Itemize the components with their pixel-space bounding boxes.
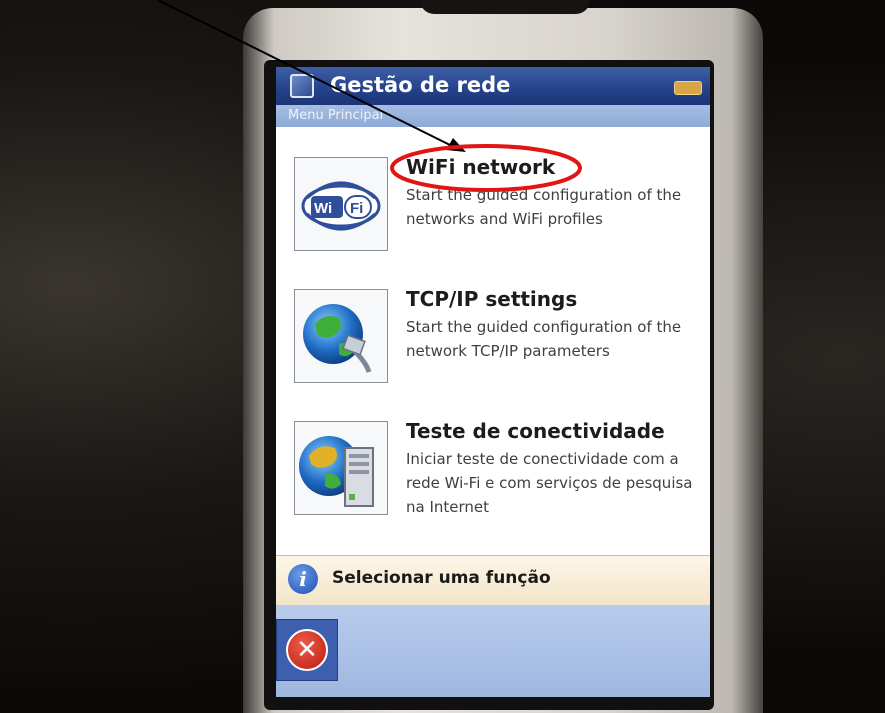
menu-item-title: Teste de conectividade [406,419,665,443]
close-icon: ✕ [286,629,328,671]
menu-item-title: WiFi network [406,155,556,179]
menu-item-tcpip-settings[interactable]: TCP/IP settings Start the guided configu… [276,279,710,409]
svg-text:Wi: Wi [314,200,332,217]
breadcrumb-bar: Menu Principal [276,105,710,127]
status-bar: i Selecionar uma função [276,555,710,606]
start-menu-icon[interactable] [290,74,314,98]
title-bar: Gestão de rede [276,67,710,105]
menu-item-wifi-network[interactable]: Wi Fi WiFi network Start the guided conf… [276,127,710,257]
svg-text:Fi: Fi [350,200,363,217]
globe-network-cable-icon[interactable] [294,289,388,383]
breadcrumb: Menu Principal [288,108,384,123]
close-button[interactable]: ✕ [276,619,338,681]
info-icon: i [288,564,318,594]
battery-icon [674,81,702,95]
menu-item-description: Iniciar teste de conectividade com a red… [406,450,693,516]
menu-item-connectivity-test[interactable]: Teste de conectividade Iniciar teste de … [276,417,710,547]
device-screen: Gestão de rede Menu Principal Wi Fi WiFi… [276,67,710,697]
device-top-notch [420,0,590,14]
window-title: Gestão de rede [330,73,511,97]
bottom-bar: ✕ [276,605,710,697]
globe-computer-tower-icon[interactable] [294,421,388,515]
wifi-logo-icon[interactable]: Wi Fi [294,157,388,251]
menu-list: Wi Fi WiFi network Start the guided conf… [276,127,710,557]
status-text: Selecionar uma função [332,568,551,588]
menu-item-description: Start the guided configuration of the ne… [406,186,682,228]
menu-item-title: TCP/IP settings [406,287,578,311]
menu-item-description: Start the guided configuration of the ne… [406,318,682,360]
